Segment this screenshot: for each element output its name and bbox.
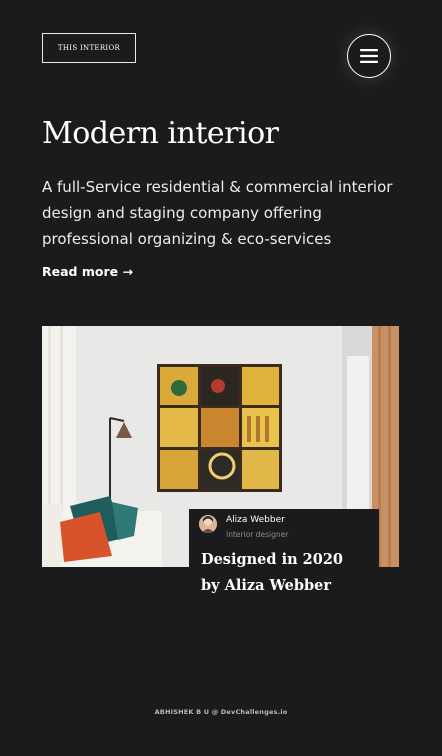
hero-description: A full-Service residential & commercial … [42,178,393,248]
read-more-link[interactable]: Read more → [42,264,133,279]
hamburger-icon [360,49,378,63]
logo-text: THIS INTERIOR [57,44,121,52]
logo[interactable]: THIS INTERIOR [42,33,136,63]
feature-title: Designed in 2020 by Aliza Webber [201,551,344,594]
avatar [199,515,217,533]
menu-button[interactable] [347,34,391,78]
hero-title: Modern interior [42,116,279,151]
feature-caption-card: Aliza Webber Interior designer Designed … [189,509,379,627]
author-name: Aliza Webber [226,515,285,525]
footer-credit: ABHISHEK B U @ DevChallenges.io [154,708,288,716]
author-role: Interior designer [226,530,289,539]
